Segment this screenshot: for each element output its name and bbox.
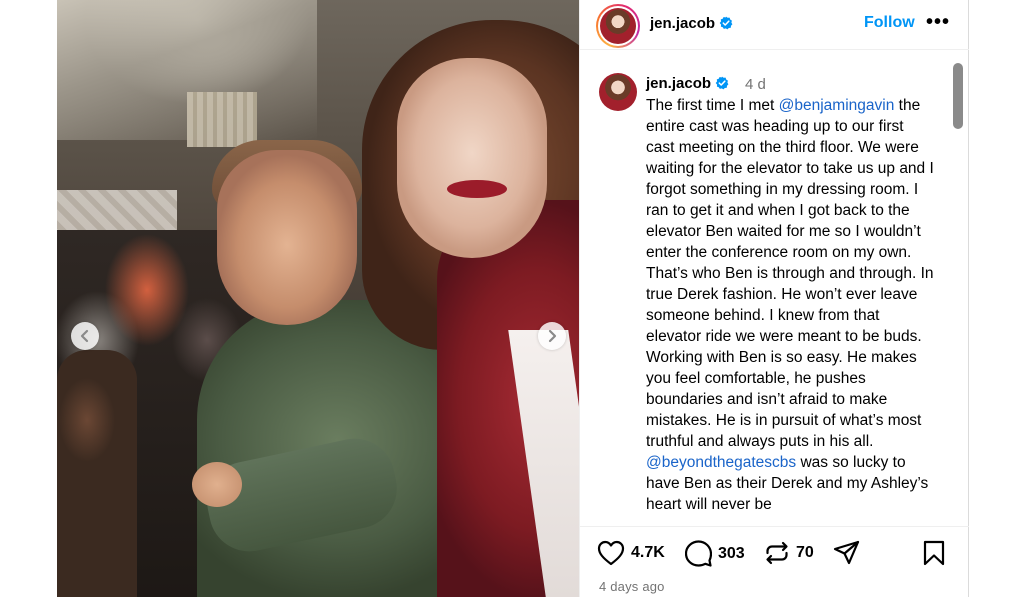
carousel-prev-button[interactable] — [71, 322, 99, 350]
bookmark-icon — [923, 540, 945, 566]
caption-avatar[interactable] — [599, 73, 637, 111]
post-photo[interactable] — [57, 0, 579, 597]
post-side-panel: jen.jacob Follow ••• jen.jacob 4 d The f… — [579, 0, 969, 597]
caption-username-text[interactable]: jen.jacob — [646, 75, 711, 92]
story-avatar[interactable] — [596, 4, 640, 48]
mention-link[interactable]: @beyondthegatescbs — [646, 454, 796, 471]
comment-icon — [685, 540, 712, 567]
comment-count[interactable]: 303 — [718, 545, 745, 563]
header-username[interactable]: jen.jacob — [650, 15, 733, 32]
mention-link[interactable]: @benjamingavin — [779, 97, 895, 114]
header-username-text[interactable]: jen.jacob — [650, 15, 715, 32]
heart-icon — [597, 540, 625, 566]
like-button[interactable]: 4.7K — [597, 540, 665, 566]
more-options-button[interactable]: ••• — [926, 12, 950, 32]
action-bar: 4.7K 303 70 — [580, 540, 969, 576]
avatar-ring-inner — [598, 6, 638, 46]
photo-woman-face — [397, 58, 547, 258]
chevron-right-icon — [548, 329, 557, 343]
comment-button[interactable]: 303 — [685, 540, 745, 567]
like-count[interactable]: 4.7K — [631, 544, 665, 562]
repost-button[interactable]: 70 — [764, 540, 814, 566]
caption-scrollbar[interactable] — [953, 63, 963, 129]
photo-person-left — [57, 350, 137, 597]
photo-curtain — [187, 92, 257, 147]
caption-text-part: The first time I met — [646, 97, 779, 114]
repost-icon — [766, 541, 788, 565]
verified-badge-icon — [719, 16, 733, 30]
photo-man-face — [217, 150, 357, 325]
photo-woman-lips — [447, 180, 507, 198]
verified-badge-icon — [715, 76, 729, 90]
follow-button[interactable]: Follow — [864, 14, 915, 32]
post-timestamp[interactable]: 4 days ago — [599, 579, 665, 594]
repost-count[interactable]: 70 — [796, 544, 814, 562]
caption-username[interactable]: jen.jacob — [646, 75, 729, 92]
share-icon — [833, 540, 860, 565]
photo-man-hand — [192, 462, 242, 507]
post-header: jen.jacob Follow ••• — [580, 0, 969, 50]
caption-text-part: the entire cast was heading up to our fi… — [646, 97, 934, 450]
chevron-left-icon — [80, 329, 89, 343]
avatar — [600, 8, 636, 44]
caption-time[interactable]: 4 d — [745, 76, 766, 93]
share-button[interactable] — [833, 540, 860, 566]
save-button[interactable] — [923, 540, 945, 566]
caption-area: jen.jacob 4 d The first time I met @benj… — [580, 51, 969, 527]
carousel-next-button[interactable] — [538, 322, 566, 350]
caption-text: The first time I met @benjamingavin the … — [646, 95, 936, 515]
